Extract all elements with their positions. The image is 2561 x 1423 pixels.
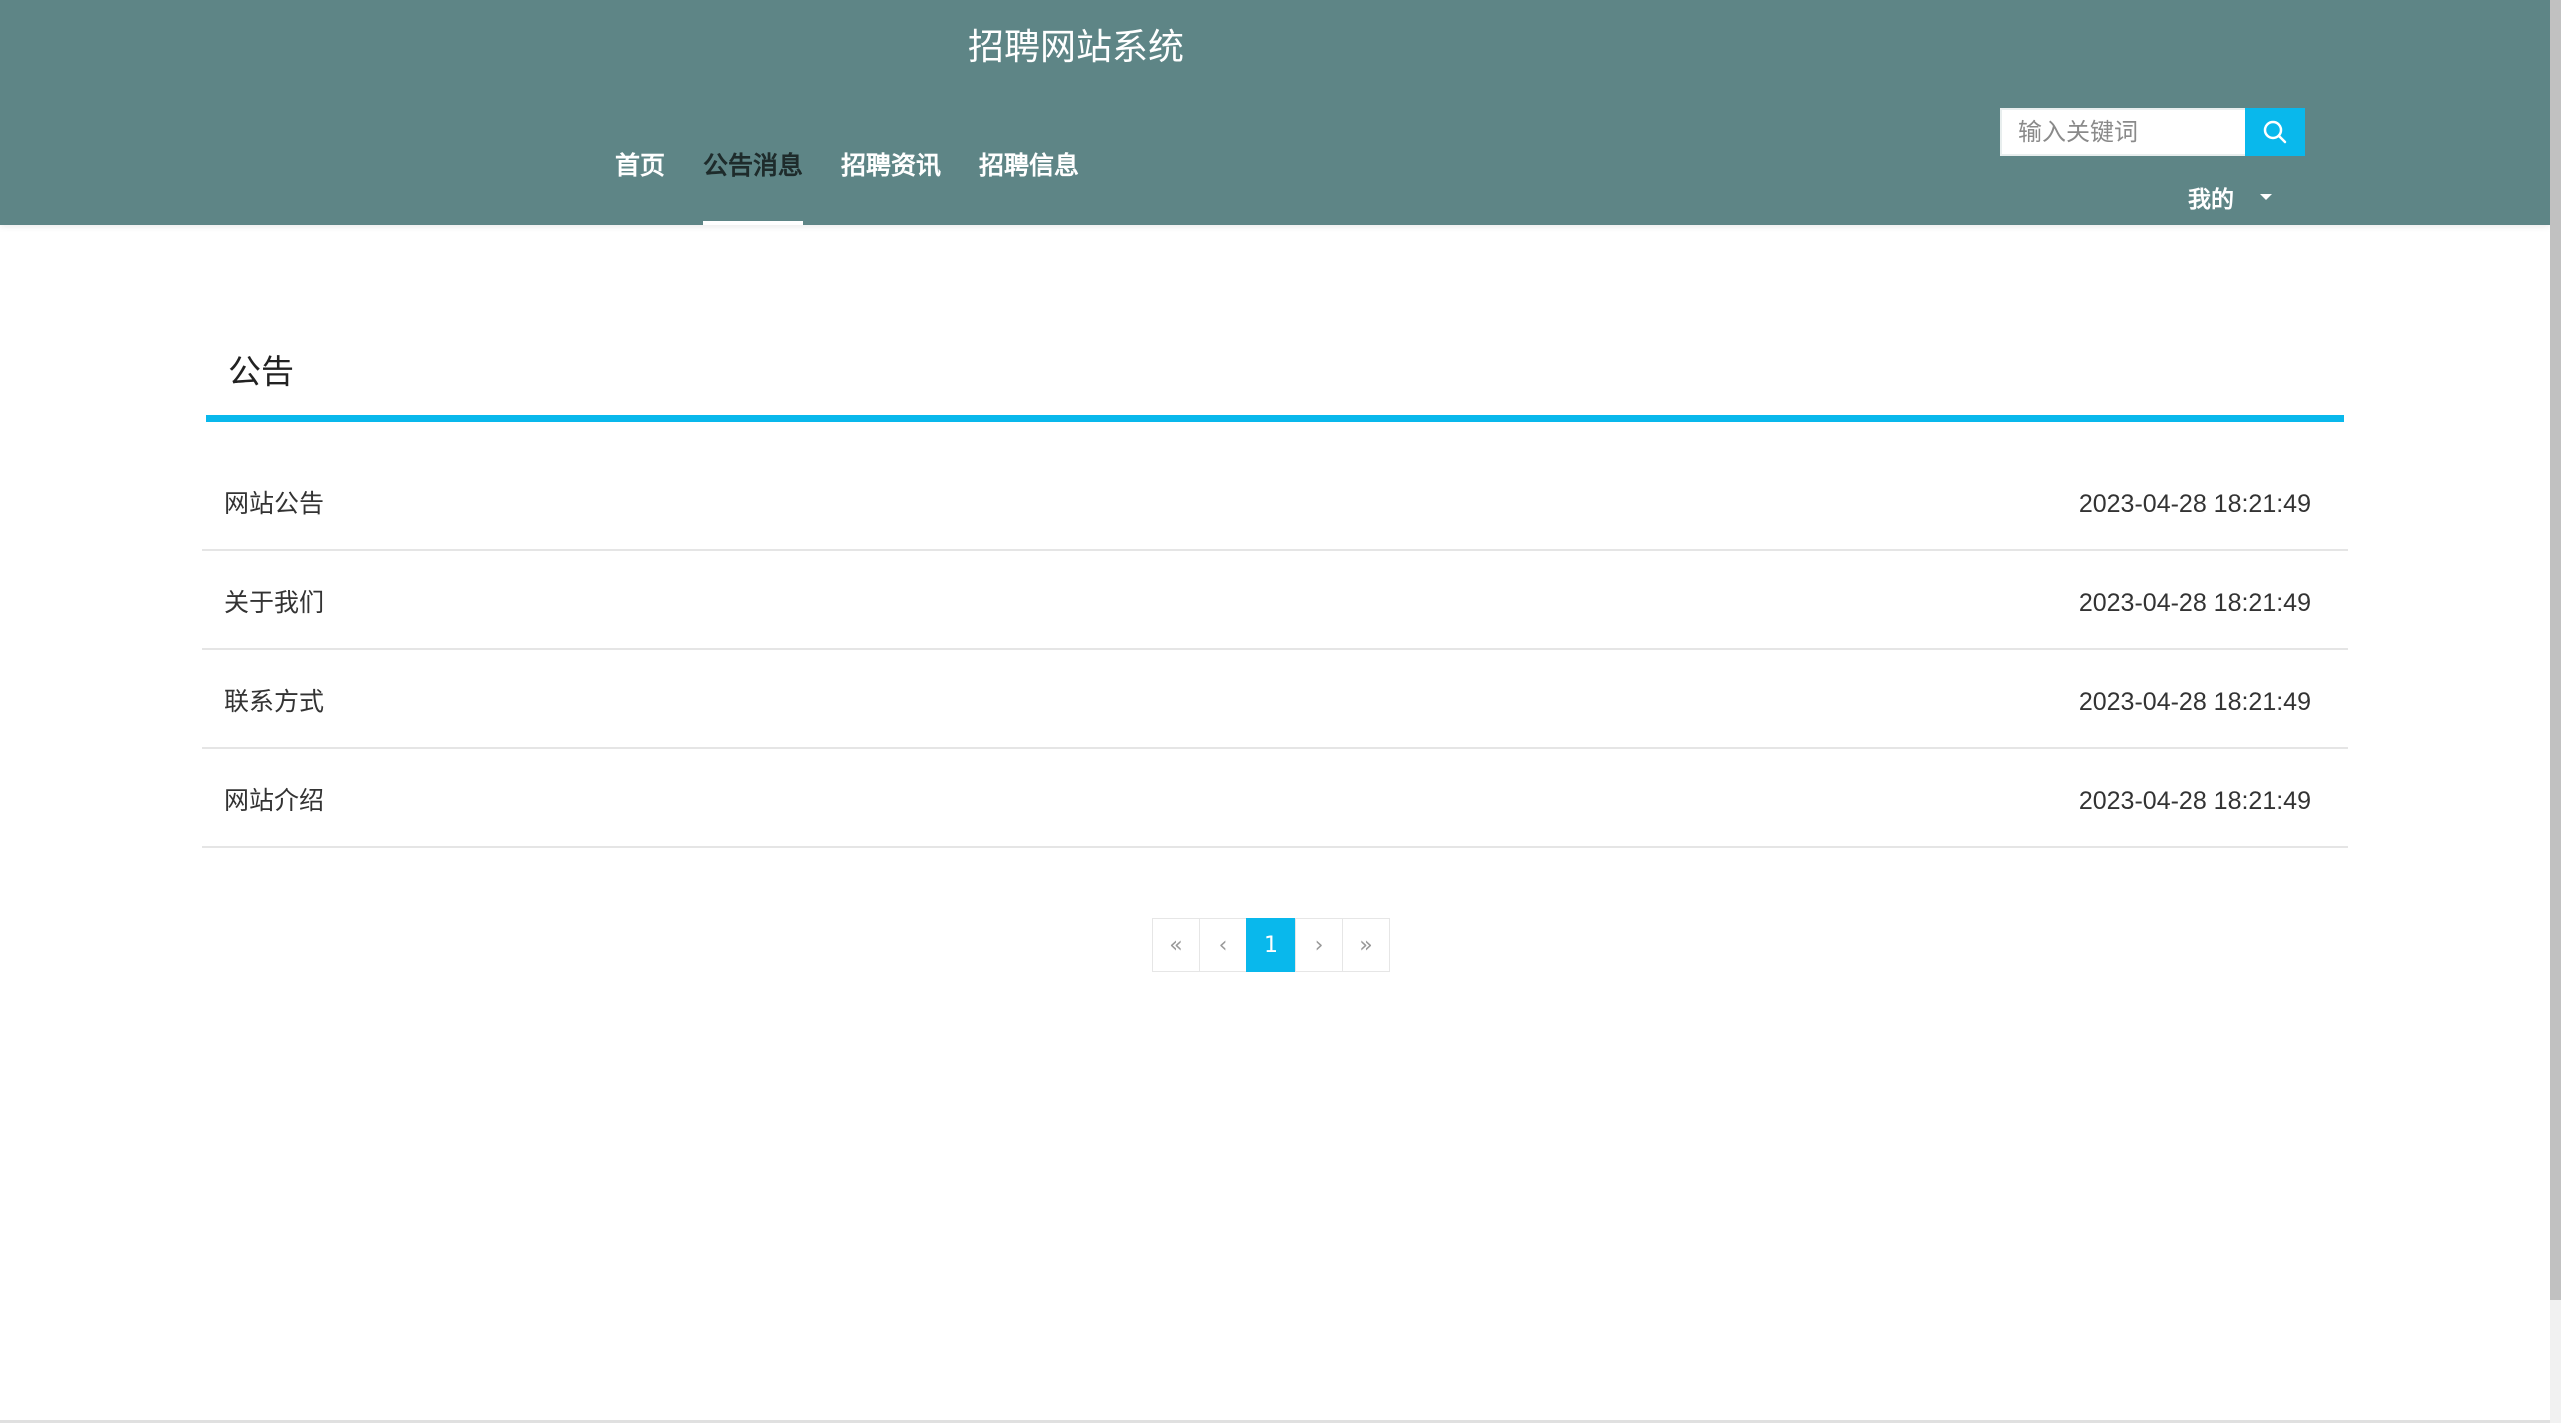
nav-item-news[interactable]: 招聘资讯 — [841, 138, 941, 225]
nav-item-jobs[interactable]: 招聘信息 — [979, 138, 1079, 225]
list-item[interactable]: 网站公告 2023-04-28 18:21:49 — [202, 452, 2348, 551]
pagination-last-button[interactable]: » — [1342, 918, 1390, 972]
header-bar: 招聘网站系统 首页 公告消息 招聘资讯 招聘信息 我的 — [0, 0, 2550, 225]
item-title[interactable]: 联系方式 — [224, 650, 324, 754]
list-item[interactable]: 网站介绍 2023-04-28 18:21:49 — [202, 749, 2348, 848]
item-time: 2023-04-28 18:21:49 — [2078, 589, 2311, 617]
search-icon — [2263, 120, 2287, 144]
user-menu-label: 我的 — [2188, 187, 2234, 213]
caret-down-icon — [2260, 194, 2272, 200]
pagination-prev-button[interactable]: ‹ — [1199, 918, 1247, 972]
search-button[interactable] — [2245, 108, 2305, 156]
item-title[interactable]: 网站介绍 — [224, 749, 324, 853]
pagination-current-page[interactable]: 1 — [1246, 918, 1296, 972]
site-title: 招聘网站系统 — [968, 27, 1185, 68]
pagination-next-button[interactable]: › — [1295, 918, 1343, 972]
user-menu-dropdown[interactable]: 我的 — [2188, 180, 2272, 214]
announcement-list: 网站公告 2023-04-28 18:21:49 关于我们 2023-04-28… — [202, 452, 2348, 848]
nav-item-home[interactable]: 首页 — [615, 138, 665, 225]
item-time: 2023-04-28 18:21:49 — [2078, 787, 2311, 815]
section-title: 公告 — [228, 352, 294, 391]
page: 招聘网站系统 首页 公告消息 招聘资讯 招聘信息 我的 公告 网站公告 — [0, 0, 2561, 1423]
search-input[interactable] — [2000, 108, 2245, 156]
section-divider — [206, 415, 2344, 422]
scrollbar-thumb[interactable] — [2550, 0, 2561, 1300]
search-box — [2000, 108, 2305, 156]
list-item[interactable]: 关于我们 2023-04-28 18:21:49 — [202, 551, 2348, 650]
item-time: 2023-04-28 18:21:49 — [2078, 688, 2311, 716]
pagination-first-button[interactable]: « — [1152, 918, 1200, 972]
main-nav: 首页 公告消息 招聘资讯 招聘信息 — [596, 138, 1098, 225]
item-time: 2023-04-28 18:21:49 — [2078, 490, 2311, 518]
item-title[interactable]: 网站公告 — [224, 452, 324, 556]
nav-item-announcements[interactable]: 公告消息 — [703, 138, 804, 225]
item-title[interactable]: 关于我们 — [224, 551, 324, 655]
pagination: « ‹ 1 › » — [1152, 918, 1390, 972]
list-item[interactable]: 联系方式 2023-04-28 18:21:49 — [202, 650, 2348, 749]
